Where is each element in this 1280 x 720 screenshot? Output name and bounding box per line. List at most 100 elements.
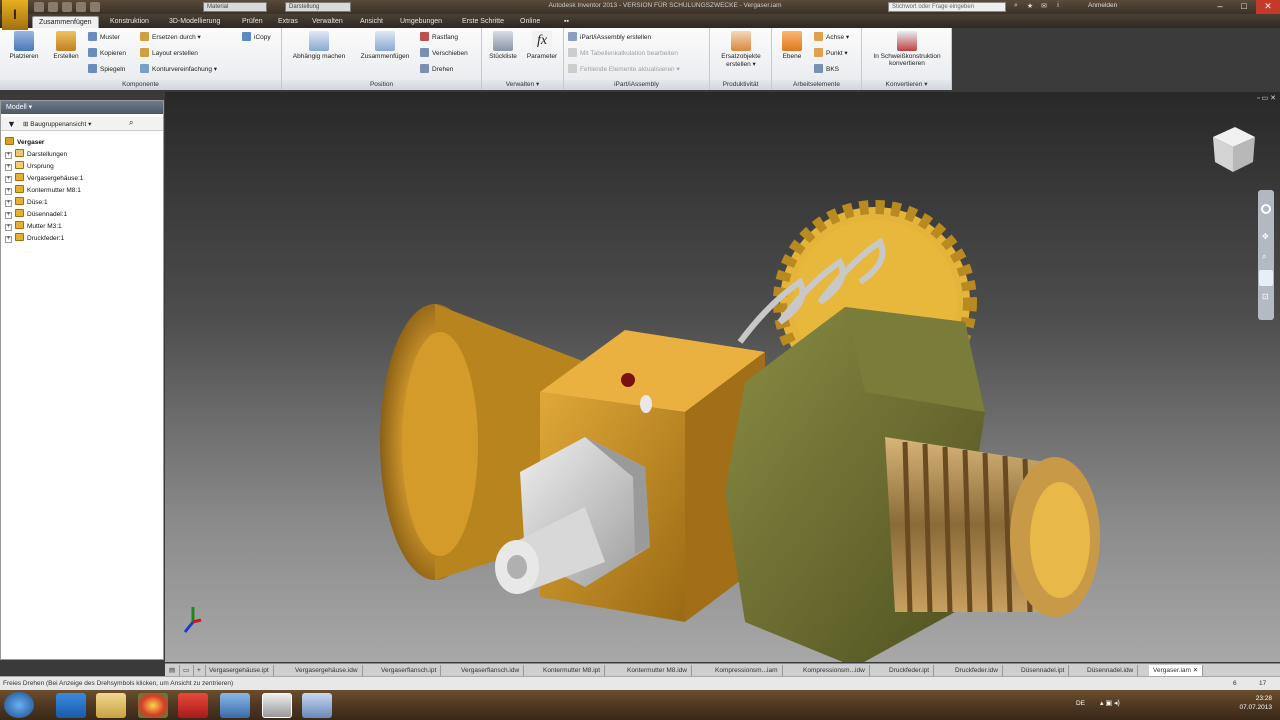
subscription-icon[interactable]: ★ xyxy=(1026,2,1034,11)
tree-item[interactable]: + Düsennadel:1 xyxy=(5,209,67,221)
view-selector[interactable]: ⊞ Baugruppenansicht ▾ xyxy=(23,120,91,128)
stueckliste-button[interactable]: Stückliste xyxy=(484,31,522,60)
spiegeln-button[interactable]: Spiegeln xyxy=(88,64,125,75)
rastfang-button[interactable]: Rastfang xyxy=(420,32,458,43)
app-logo[interactable]: I xyxy=(2,0,28,30)
tab-online[interactable]: Online xyxy=(514,16,546,28)
tab-add-icon[interactable]: + xyxy=(193,665,206,676)
binoculars-icon[interactable]: ⌕ xyxy=(1012,2,1020,11)
parameter-button[interactable]: fx Parameter xyxy=(522,31,562,60)
tree-item[interactable]: + Darstellungen xyxy=(5,149,67,161)
tab-ansicht[interactable]: Ansicht xyxy=(354,16,389,28)
start-button[interactable] xyxy=(4,692,34,718)
tree-item[interactable]: + Düse:1 xyxy=(5,197,48,209)
save-icon[interactable] xyxy=(62,2,72,12)
ribbon-options-icon[interactable]: ▪▪ xyxy=(558,16,575,28)
expand-icon[interactable]: + xyxy=(5,188,12,195)
ipart-create-button[interactable]: iPart/iAssembly erstellen xyxy=(568,32,651,43)
tab-pruefen[interactable]: Prüfen xyxy=(236,16,269,28)
doc-tab[interactable]: Kompressionsm...iam xyxy=(711,665,783,676)
user-signin[interactable]: Anmelden xyxy=(1088,2,1117,9)
tree-item[interactable]: + Ursprung xyxy=(5,161,54,173)
expand-icon[interactable]: + xyxy=(5,164,12,171)
tree-item[interactable]: + Druckfeder:1 xyxy=(5,233,64,245)
tabs-arrange-icon[interactable]: ▭ xyxy=(179,665,195,676)
new-icon[interactable] xyxy=(34,2,44,12)
verschieben-button[interactable]: Verschieben xyxy=(420,48,468,59)
material-combo[interactable]: Material xyxy=(203,2,267,12)
doc-tab[interactable]: Vergaserflansch.ipt xyxy=(377,665,442,676)
undo-icon[interactable] xyxy=(76,2,86,12)
ebene-button[interactable]: Ebene xyxy=(774,31,810,60)
appearance-combo[interactable]: Darstellung xyxy=(285,2,351,12)
orbit-icon[interactable] xyxy=(1259,270,1273,286)
tab-3d-modellierung[interactable]: 3D-Modellierung xyxy=(163,16,226,28)
zusammenfuegen-button[interactable]: Zusammenfügen xyxy=(354,31,416,60)
inventor-task-icon[interactable] xyxy=(262,693,292,718)
tree-root[interactable]: Vergaser xyxy=(5,137,44,149)
doc-tab[interactable]: Vergasergehäuse.ipt xyxy=(205,665,274,676)
expand-icon[interactable]: + xyxy=(5,224,12,231)
browser-header[interactable]: Modell ▾ xyxy=(1,101,163,114)
expand-icon[interactable]: + xyxy=(5,176,12,183)
doc-tab[interactable]: Vergasergehäuse.idw xyxy=(291,665,363,676)
platzieren-button[interactable]: Platzieren xyxy=(4,31,44,60)
language-indicator[interactable]: DE xyxy=(1076,700,1085,707)
doc-tab[interactable]: Vergaserflansch.idw xyxy=(457,665,525,676)
tab-umgebungen[interactable]: Umgebungen xyxy=(394,16,448,28)
ersatzobjekte-button[interactable]: Ersatzobjekte erstellen ▾ xyxy=(712,31,770,68)
icopy-button[interactable]: iCopy xyxy=(242,32,271,43)
tree-item[interactable]: + Kontermutter M8:1 xyxy=(5,185,81,197)
group-label-konvertieren[interactable]: Konvertieren ▾ xyxy=(862,80,951,90)
muster-button[interactable]: Muster xyxy=(88,32,120,43)
filter-icon[interactable]: ▼ xyxy=(7,119,16,129)
punkt-button[interactable]: Punkt ▾ xyxy=(814,48,848,59)
expand-icon[interactable]: + xyxy=(5,200,12,207)
tab-erste-schritte[interactable]: Erste Schritte xyxy=(456,16,510,28)
expand-icon[interactable]: + xyxy=(5,236,12,243)
close-tab-icon[interactable]: ✕ xyxy=(1193,667,1198,674)
info-icon[interactable]: i xyxy=(1054,2,1062,11)
group-label-verwalten[interactable]: Verwalten ▾ xyxy=(482,80,563,90)
close-button[interactable]: ✕ xyxy=(1256,0,1280,14)
clock[interactable]: 23:28 07.07.2013 xyxy=(1239,694,1272,712)
find-icon[interactable]: ⌕ xyxy=(129,118,133,128)
doc-tab[interactable]: Druckfeder.ipt xyxy=(885,665,935,676)
minimize-button[interactable]: – xyxy=(1208,0,1232,14)
internet-explorer-icon[interactable] xyxy=(56,693,86,718)
save-task-icon[interactable] xyxy=(302,693,332,718)
redo-icon[interactable] xyxy=(90,2,100,12)
ipart-update-button[interactable]: Fehlende Elemente aktualisieren ▾ xyxy=(568,64,680,75)
network-icon[interactable] xyxy=(220,693,250,718)
steering-wheel-icon[interactable] xyxy=(1261,204,1271,214)
tab-verwalten[interactable]: Verwalten xyxy=(306,16,349,28)
pan-icon[interactable]: ✥ xyxy=(1262,232,1269,241)
expand-icon[interactable]: + xyxy=(5,212,12,219)
schweiss-button[interactable]: In Schweißkonstruktion konvertieren xyxy=(864,31,950,67)
view-cube[interactable] xyxy=(1213,127,1255,172)
open-icon[interactable] xyxy=(48,2,58,12)
chrome-icon[interactable] xyxy=(138,693,168,718)
explorer-icon[interactable] xyxy=(96,693,126,718)
drehen-button[interactable]: Drehen xyxy=(420,64,453,75)
doc-tab[interactable]: Düsennadel.idw xyxy=(1083,665,1139,676)
zoom-icon[interactable]: ⌕ xyxy=(1262,252,1266,262)
doc-tab[interactable]: Düsennadel.ipt xyxy=(1017,665,1070,676)
threaded-tube[interactable] xyxy=(885,437,1100,617)
kontur-button[interactable]: Konturvereinfachung ▾ xyxy=(140,64,217,75)
tray-icons[interactable]: ▴ ▣ ◂) xyxy=(1100,699,1120,707)
abhaengig-button[interactable]: Abhängig machen xyxy=(284,31,354,60)
tabs-menu-icon[interactable]: ▤ xyxy=(165,665,181,676)
tree-item[interactable]: + Mutter M3:1 xyxy=(5,221,62,233)
exchange-icon[interactable]: ✉ xyxy=(1040,2,1048,11)
doc-tab[interactable]: Kontermutter M8.ipt xyxy=(539,665,606,676)
tab-zusammenfuegen[interactable]: Zusammenfügen xyxy=(32,16,99,28)
tab-extras[interactable]: Extras xyxy=(272,16,304,28)
ipart-table-button[interactable]: Mit Tabellenkalkulation bearbeiten xyxy=(568,48,678,59)
expand-icon[interactable]: + xyxy=(5,152,12,159)
layout-button[interactable]: Layout erstellen xyxy=(140,48,198,59)
recorder-icon[interactable] xyxy=(178,693,208,718)
tab-konstruktion[interactable]: Konstruktion xyxy=(104,16,155,28)
ersetzen-button[interactable]: Ersetzen durch ▾ xyxy=(140,32,201,43)
doc-tab-active[interactable]: Vergaser.iam ✕ xyxy=(1149,665,1204,676)
